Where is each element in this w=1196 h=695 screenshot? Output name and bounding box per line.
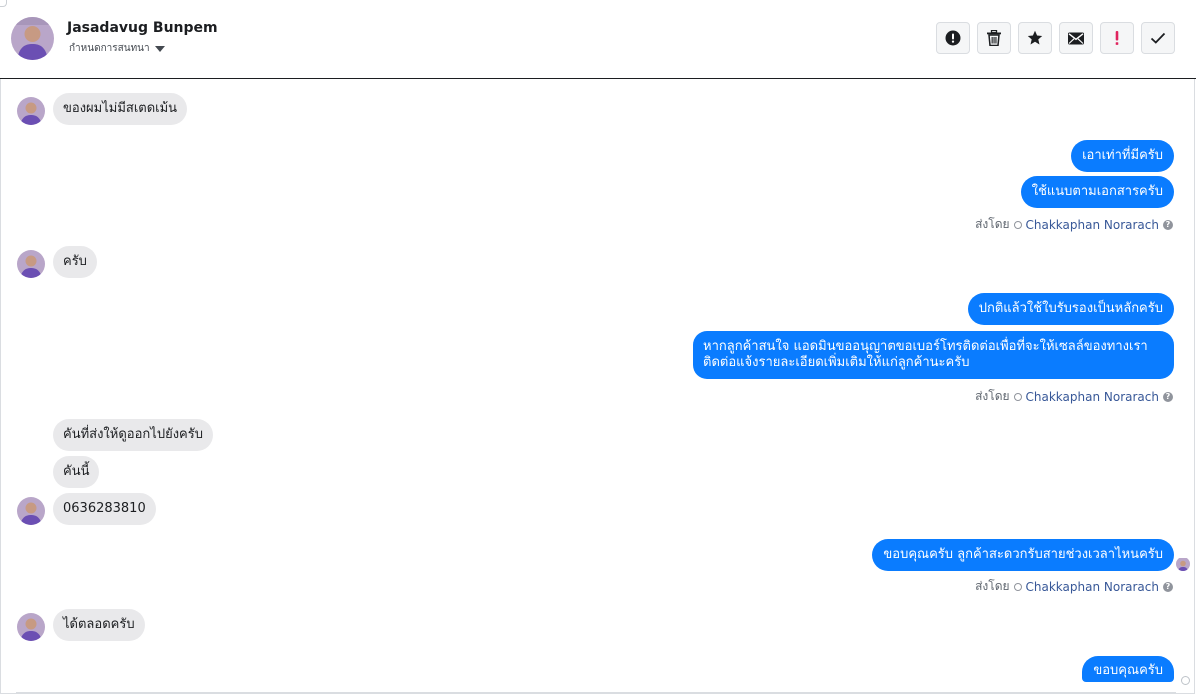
outgoing-message: ขอบคุณครับ ลูกค้าสะดวกรับสายช่วงเวลาไหนค… (872, 539, 1174, 571)
delivered-check-icon (1181, 676, 1190, 685)
conversation-status-label: กำหนดการสนทนา (69, 43, 150, 54)
outgoing-message: ขอบคุณครับ (1082, 656, 1174, 682)
help-icon[interactable]: ? (1163, 581, 1173, 592)
star-icon (1027, 30, 1043, 45)
incoming-message: คันนี้ (53, 456, 100, 488)
sender-avatar (17, 250, 45, 278)
conversation-actions (936, 22, 1175, 54)
mark-unread-button[interactable] (1059, 22, 1093, 54)
star-button[interactable] (1018, 22, 1052, 54)
sent-by-info: ส่งโดย Chakkaphan Norarach ? (975, 577, 1173, 596)
sent-by-label: ส่งโดย (975, 579, 1010, 593)
help-icon[interactable]: ? (1163, 391, 1173, 402)
seen-avatar-icon (1176, 557, 1190, 571)
incoming-message: ของผมไม่มีสเตดเม้น (53, 93, 188, 125)
incoming-message: ได้ตลอดครับ (53, 609, 145, 641)
message-line: ติดต่อแจ้งรายละเอียดเพิ่มเติมให้แก่ลูกค้… (703, 355, 970, 370)
incoming-message: คันที่ส่งให้ดูออกไปยังครับ (53, 419, 213, 451)
sent-by-info: ส่งโดย Chakkaphan Norarach ? (975, 387, 1173, 406)
check-icon (1150, 32, 1166, 44)
caret-down-icon (154, 45, 165, 52)
outgoing-message: ใช้แนบตามเอกสารครับ (1020, 176, 1174, 208)
sent-by-label: ส่งโดย (975, 389, 1010, 403)
follow-up-button[interactable] (1100, 22, 1134, 54)
sent-by-label: ส่งโดย (975, 217, 1010, 231)
mark-spam-button[interactable] (936, 22, 970, 54)
conversation-status-dropdown[interactable]: กำหนดการสนทนา (69, 41, 165, 56)
contact-name[interactable]: Jasadavug Bunpem (67, 20, 218, 36)
help-icon[interactable]: ? (1163, 219, 1173, 230)
outgoing-message: ปกติแล้วใช้ใบรับรองเป็นหลักครับ (967, 293, 1174, 325)
mark-done-button[interactable] (1141, 22, 1175, 54)
agent-name-link[interactable]: Chakkaphan Norarach (1026, 218, 1159, 232)
message-line: หากลูกค้าสนใจ แอดมินขออนุญาตขอเบอร์โทรติ… (703, 339, 1148, 354)
exclamation-icon (1115, 31, 1119, 45)
sender-avatar (17, 613, 45, 641)
sender-avatar (17, 97, 45, 125)
incoming-message: 0636283810 (53, 493, 156, 525)
agent-name-link[interactable]: Chakkaphan Norarach (1026, 580, 1159, 594)
composer-divider (16, 692, 1176, 693)
sender-avatar (17, 497, 45, 525)
contact-avatar[interactable] (11, 17, 54, 60)
sent-by-info: ส่งโดย Chakkaphan Norarach ? (975, 215, 1173, 234)
agent-name-link[interactable]: Chakkaphan Norarach (1026, 390, 1159, 404)
trash-icon (987, 30, 1001, 46)
incoming-message: ครับ (53, 246, 97, 278)
alert-circle-icon (945, 30, 961, 46)
sent-check-icon (1013, 392, 1022, 401)
outgoing-message-multiline: หากลูกค้าสนใจ แอดมินขออนุญาตขอเบอร์โทรติ… (693, 331, 1174, 379)
outgoing-message: เอาเท่าที่มีครับ (1071, 140, 1174, 172)
delete-button[interactable] (977, 22, 1011, 54)
envelope-icon (1068, 32, 1084, 44)
sent-check-icon (1013, 582, 1022, 591)
conversation-header: Jasadavug Bunpem กำหนดการสนทนา (0, 0, 1196, 79)
sent-check-icon (1013, 220, 1022, 229)
